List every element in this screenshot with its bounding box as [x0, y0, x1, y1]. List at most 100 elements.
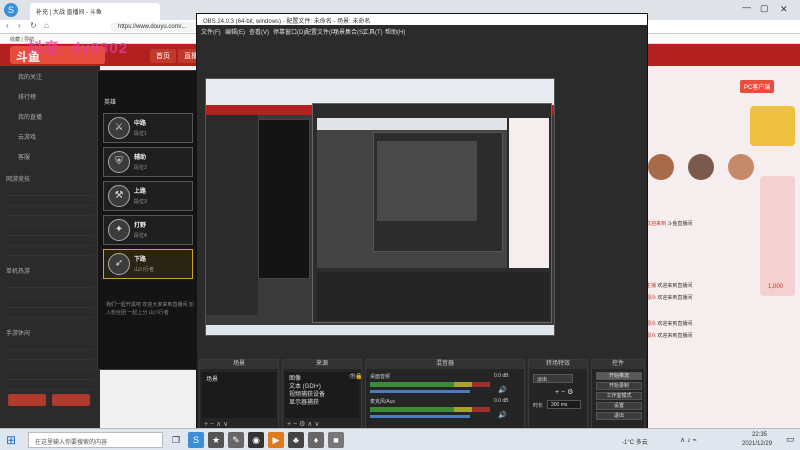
side-ad-badge[interactable]: [760, 176, 795, 296]
sidebar-item-mylive[interactable]: 我的直播: [18, 112, 42, 121]
menu-scene-collection[interactable]: 场景集合(S): [333, 27, 365, 36]
sidebar-item-service[interactable]: 客服: [18, 152, 30, 161]
sidebar-item-rank[interactable]: 排行榜: [18, 92, 36, 101]
lock-icon[interactable]: 🔒: [355, 373, 362, 380]
role-bottom[interactable]: ➶ 下路 山川行者: [103, 249, 193, 279]
home-icon[interactable]: ⌂: [44, 21, 49, 30]
obs-title-bar: OBS 24.0.3 (64-bit, windows) - 配置文件: 未命名…: [197, 14, 647, 25]
preview-browser-bar: [206, 79, 554, 105]
sidebar-item-cloudgame[interactable]: 云游戏: [18, 132, 36, 141]
scenes-list: 场景: [202, 372, 276, 418]
obs-menu-bar: 文件(F) 编辑(E) 查看(V) 停靠窗口(D) 配置文件(P) 场景集合(S…: [197, 25, 647, 36]
forward-icon[interactable]: ›: [18, 21, 21, 30]
nav-home[interactable]: 首页: [150, 49, 176, 63]
duration-input[interactable]: 300 ms: [547, 400, 581, 409]
sources-dock-title: 来源: [283, 360, 361, 369]
site-sidebar: 我的关注 排行榜 我的直播 云游戏 客服 网游竞技 单机热游 手游休闲: [0, 66, 100, 428]
preview-popup: [258, 119, 310, 279]
chat-line: 欢迎来到 斗鱼直播间: [646, 221, 693, 227]
mixer-dock-title: 混音器: [366, 360, 524, 369]
sidebar-promo-button[interactable]: [52, 394, 90, 406]
volume-fader[interactable]: [370, 415, 470, 418]
obs-preview[interactable]: [205, 78, 555, 336]
start-streaming-button[interactable]: 开始推流: [596, 372, 642, 380]
nested-docks: [317, 272, 549, 320]
sidebar-item-follow[interactable]: 我的关注: [18, 72, 42, 81]
preview-sidebar: [206, 115, 258, 315]
transition-toolbar[interactable]: + − ⚙: [555, 388, 573, 396]
app-taskbar-icon[interactable]: ■: [328, 432, 344, 448]
sword-icon: ⚔: [108, 117, 130, 139]
audio-meter: [370, 407, 490, 412]
avatar[interactable]: [728, 154, 754, 180]
refresh-icon[interactable]: ↻: [30, 21, 37, 30]
avatar[interactable]: [688, 154, 714, 180]
settings-button[interactable]: 设置: [596, 402, 642, 410]
sidebar-category-block: [6, 278, 94, 322]
studio-mode-button[interactable]: 工作室模式: [596, 392, 642, 400]
controls-dock: 控件 开始推流 开始录制 工作室模式 设置 退出: [591, 359, 645, 431]
app-taskbar-icon[interactable]: ★: [208, 432, 224, 448]
sidebar-section-mobile[interactable]: 手游休闲: [6, 328, 30, 337]
obs-taskbar-icon[interactable]: ◉: [248, 432, 264, 448]
sources-dock: 来源 图像 文本 (GDI+) 视频捕获设备 显示器捕获 👁 🔒 + − ⚙ ∧…: [282, 359, 362, 431]
speaker-icon[interactable]: 🔊: [498, 386, 507, 394]
start-icon[interactable]: ⊞: [6, 433, 20, 447]
back-icon[interactable]: ‹: [6, 21, 9, 30]
role-mid[interactable]: ⚔ 中路 段位1: [103, 113, 193, 143]
app-taskbar-icon[interactable]: ♦: [308, 432, 324, 448]
chat-line: 观众 欢迎来到直播间: [646, 333, 693, 339]
scene-toolbar[interactable]: + − ∧ ∨: [204, 420, 228, 428]
side-ad-count: 1,000: [768, 284, 784, 290]
menu-file[interactable]: 文件(F): [201, 27, 221, 36]
avatar[interactable]: [648, 154, 674, 180]
clock-time[interactable]: 22:35: [752, 432, 767, 438]
menu-help[interactable]: 帮助(H): [385, 27, 405, 36]
source-item[interactable]: 显示器捕获: [289, 397, 319, 406]
minimize-window-icon[interactable]: —: [742, 2, 751, 12]
volume-fader[interactable]: [370, 390, 470, 393]
taskbar-search-input[interactable]: 在这里输入你要搜索的内容: [28, 432, 163, 448]
sidebar-section-netgame[interactable]: 网游竞技: [6, 174, 30, 183]
transition-select[interactable]: 淡出: [533, 374, 573, 383]
browser-taskbar-icon[interactable]: S: [188, 432, 204, 448]
role-jungle[interactable]: ✦ 打野 段位4: [103, 215, 193, 245]
tray-icons[interactable]: ∧ ♪ ⌁: [680, 436, 697, 444]
maximize-window-icon[interactable]: ▢: [760, 3, 769, 14]
menu-edit[interactable]: 编辑(E): [225, 27, 245, 36]
scenes-dock-title: 场景: [200, 360, 278, 369]
task-view-icon[interactable]: ❐: [168, 432, 184, 448]
pc-client-button[interactable]: PC客户端: [740, 80, 775, 93]
chat-line: 主播 欢迎来到直播间: [646, 283, 693, 289]
exit-button[interactable]: 退出: [596, 412, 642, 420]
app-taskbar-icon[interactable]: ▶: [268, 432, 284, 448]
sidebar-category-block: [6, 186, 94, 256]
menu-tools[interactable]: 工具(T): [363, 27, 383, 36]
sidebar-promo-button[interactable]: [8, 394, 46, 406]
browser-logo-icon: S: [4, 3, 18, 17]
clock-date[interactable]: 2021/12/29: [742, 441, 772, 447]
mixer-channel-name: 桌面音频: [370, 374, 391, 380]
menu-dock[interactable]: 停靠窗口(D): [273, 27, 305, 36]
shield-icon: ⛨: [108, 151, 130, 173]
weather-text[interactable]: -1°C 多云: [622, 437, 648, 446]
scenes-dock: 场景 场景 + − ∧ ∨: [199, 359, 279, 431]
browser-tab[interactable]: 补充 | 大战 直播间 - 斗鱼: [30, 3, 160, 20]
app-taskbar-icon[interactable]: ♣: [288, 432, 304, 448]
controls-dock-title: 控件: [592, 360, 644, 369]
close-window-icon[interactable]: ✕: [780, 4, 788, 15]
role-top[interactable]: ⚒ 上路 段位3: [103, 181, 193, 211]
chat-line: 观众 欢迎来到直播间: [646, 295, 693, 301]
windows-taskbar: ⊞ 在这里输入你要搜索的内容 ❐ S ★ ✎ ◉ ▶ ♣ ♦ ■ -1°C 多云…: [0, 428, 800, 450]
watermark: 抖音: dy8302: [28, 40, 129, 57]
app-taskbar-icon[interactable]: ✎: [228, 432, 244, 448]
promo-banner[interactable]: [750, 106, 795, 146]
menu-view[interactable]: 查看(V): [249, 27, 269, 36]
sidebar-section-single[interactable]: 单机热游: [6, 266, 30, 275]
source-toolbar[interactable]: + − ⚙ ∧ ∨: [287, 420, 319, 428]
role-support[interactable]: ⛨ 辅助 段位2: [103, 147, 193, 177]
notification-icon[interactable]: ▭: [786, 434, 795, 445]
scene-item[interactable]: 场景: [206, 374, 218, 383]
start-recording-button[interactable]: 开始录制: [596, 382, 642, 390]
speaker-icon[interactable]: 🔊: [498, 411, 507, 419]
